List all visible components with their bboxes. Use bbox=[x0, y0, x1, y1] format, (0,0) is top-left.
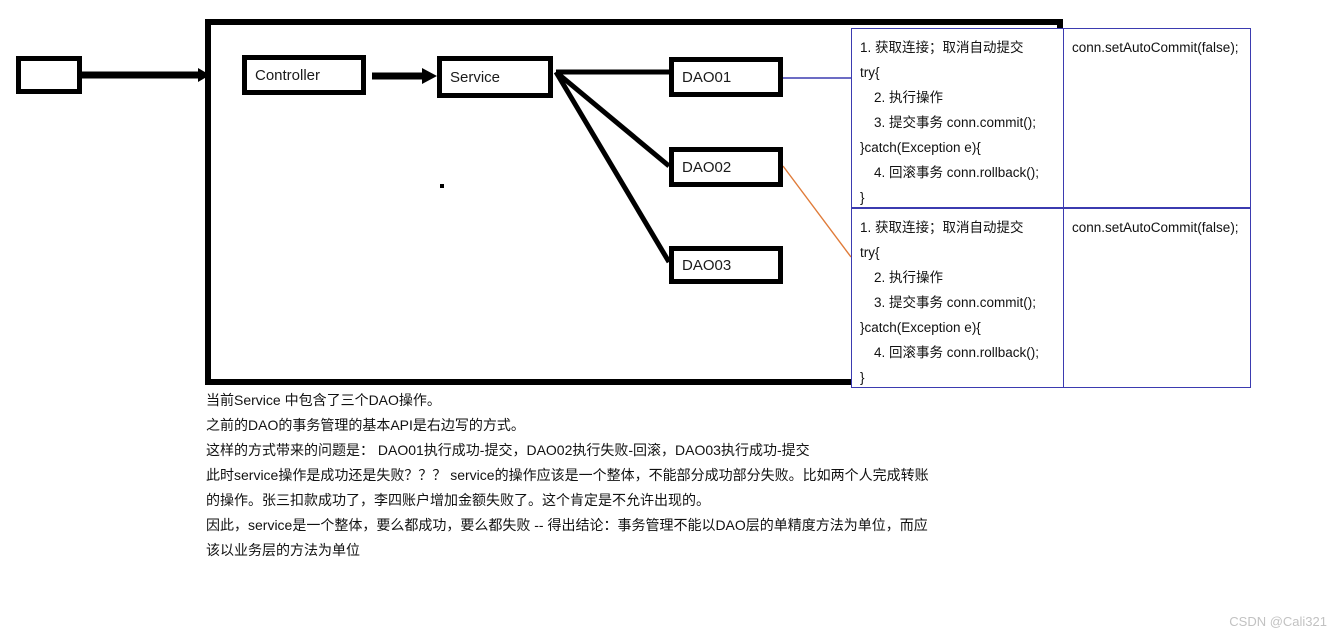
node-dao02[interactable]: DAO02 bbox=[669, 147, 783, 187]
stray-dot-artifact bbox=[440, 184, 444, 188]
node-empty-box[interactable] bbox=[16, 56, 82, 94]
note-line: 这样的方式带来的问题是： DAO01执行成功-提交，DAO02执行失败-回滚，D… bbox=[206, 442, 810, 458]
code-block-1-api-column: conn.setAutoCommit(false); bbox=[1064, 29, 1250, 207]
code-line: 4. 回滚事务 conn.rollback(); bbox=[874, 165, 1040, 180]
code-block-2-api-column: conn.setAutoCommit(false); bbox=[1064, 209, 1250, 387]
note-line: 该以业务层的方法为单位 bbox=[206, 542, 360, 558]
code-block-1: 1. 获取连接；取消自动提交 try{ 2. 执行操作 3. 提交事务 conn… bbox=[851, 28, 1251, 208]
node-dao03-label: DAO03 bbox=[682, 256, 732, 274]
node-service-label: Service bbox=[450, 68, 501, 86]
code-line: 3. 提交事务 conn.commit(); bbox=[874, 295, 1037, 310]
code-line: }catch(Exception e){ bbox=[860, 140, 981, 155]
code-line: 2. 执行操作 bbox=[874, 90, 944, 105]
notes-paragraph: 当前Service 中包含了三个DAO操作。 之前的DAO的事务管理的基本API… bbox=[206, 388, 966, 563]
code-block-2: 1. 获取连接；取消自动提交 try{ 2. 执行操作 3. 提交事务 conn… bbox=[851, 208, 1251, 388]
node-dao01[interactable]: DAO01 bbox=[669, 57, 783, 97]
code-block-1-pseudocode-column: 1. 获取连接；取消自动提交 try{ 2. 执行操作 3. 提交事务 conn… bbox=[852, 29, 1064, 207]
code-line: 3. 提交事务 conn.commit(); bbox=[874, 115, 1037, 130]
diagram-canvas: Controller Service DAO01 DAO02 DAO03 1. … bbox=[0, 0, 1341, 637]
code-line: conn.setAutoCommit(false); bbox=[1072, 220, 1239, 235]
node-dao02-label: DAO02 bbox=[682, 158, 732, 176]
note-line: 的操作。张三扣款成功了，李四账户增加金额失败了。这个肯定是不允许出现的。 bbox=[206, 492, 710, 508]
node-controller-label: Controller bbox=[255, 66, 321, 84]
code-line: }catch(Exception e){ bbox=[860, 320, 981, 335]
code-line: 4. 回滚事务 conn.rollback(); bbox=[874, 345, 1040, 360]
code-line: 1. 获取连接；取消自动提交 bbox=[860, 220, 1024, 235]
watermark: CSDN @Cali321 bbox=[1229, 614, 1327, 629]
code-line: 1. 获取连接；取消自动提交 bbox=[860, 40, 1024, 55]
note-line: 因此，service是一个整体，要么都成功，要么都失败 -- 得出结论：事务管理… bbox=[206, 517, 928, 533]
node-controller[interactable]: Controller bbox=[242, 55, 366, 95]
node-service[interactable]: Service bbox=[437, 56, 553, 98]
note-line: 之前的DAO的事务管理的基本API是右边写的方式。 bbox=[206, 417, 525, 433]
note-line: 当前Service 中包含了三个DAO操作。 bbox=[206, 392, 441, 408]
node-dao01-label: DAO01 bbox=[682, 68, 732, 86]
node-dao03[interactable]: DAO03 bbox=[669, 246, 783, 284]
code-line: try{ bbox=[860, 65, 880, 80]
code-block-2-pseudocode-column: 1. 获取连接；取消自动提交 try{ 2. 执行操作 3. 提交事务 conn… bbox=[852, 209, 1064, 387]
note-line: 此时service操作是成功还是失败？？？ service的操作应该是一个整体，… bbox=[206, 467, 929, 483]
code-line: try{ bbox=[860, 245, 880, 260]
code-line: } bbox=[860, 370, 865, 385]
code-line: 2. 执行操作 bbox=[874, 270, 944, 285]
code-line: } bbox=[860, 190, 865, 205]
code-line: conn.setAutoCommit(false); bbox=[1072, 40, 1239, 55]
